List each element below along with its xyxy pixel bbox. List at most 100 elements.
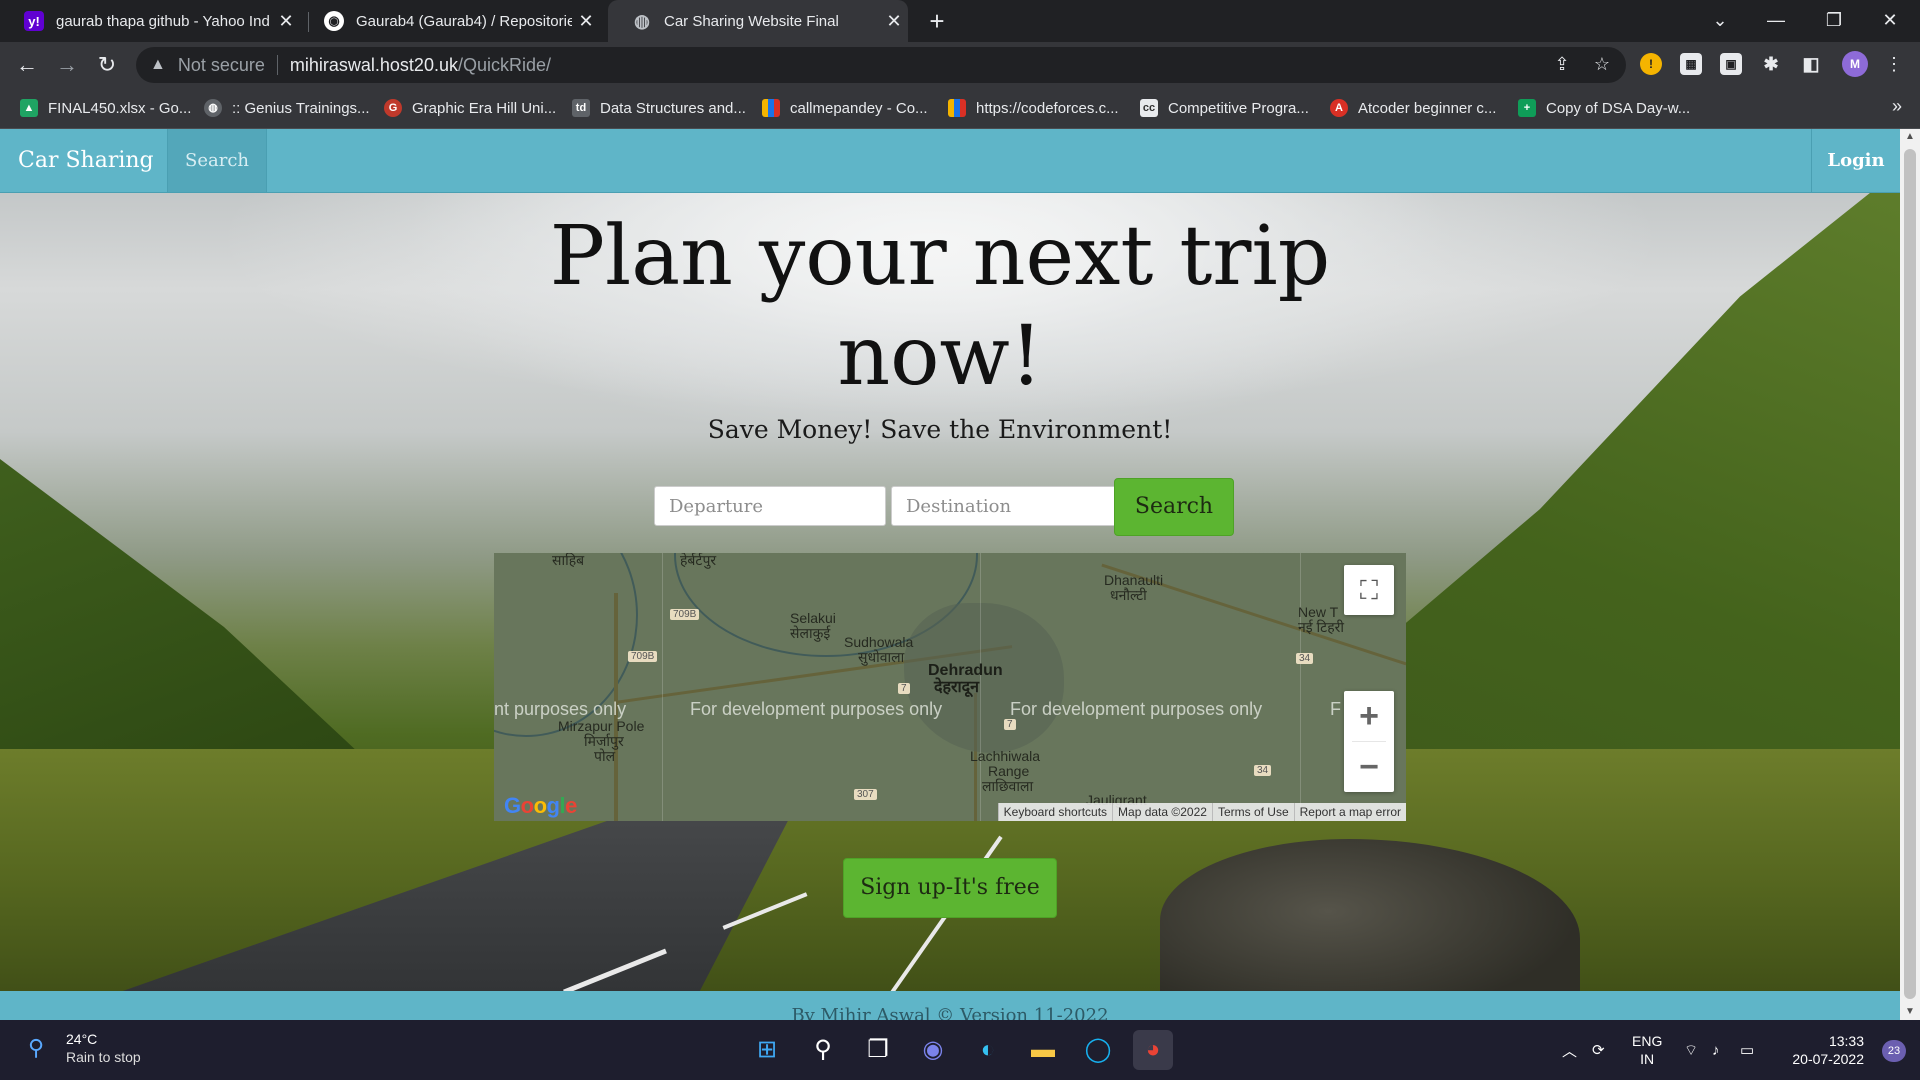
wifi-icon[interactable]: ⌔	[1684, 1020, 1698, 1080]
bookmark-item[interactable]: ◍:: Genius Trainings...	[204, 96, 370, 120]
map-dev-watermark: nt purposes only	[494, 699, 627, 719]
map-label: Lachhiwala	[970, 748, 1041, 764]
browser-tab-yahoo[interactable]: y! gaurab thapa github - Yahoo Ind ✕	[0, 0, 300, 42]
scrollbar-thumb[interactable]	[1904, 149, 1916, 999]
bookmark-item[interactable]: G Graphic Era Hill Uni...	[384, 96, 556, 120]
atcoder-icon: A	[1330, 99, 1348, 117]
weather-widget[interactable]: ⚲ 24°C Rain to stop	[28, 1030, 141, 1066]
zoom-out-button[interactable]: −	[1344, 742, 1394, 792]
zoom-in-button[interactable]: +	[1344, 691, 1394, 741]
map-label: New T	[1298, 604, 1339, 620]
edge-icon[interactable]: ◐	[968, 1030, 1008, 1070]
browser-menu-icon[interactable]: ⋮	[1878, 48, 1910, 80]
tab-title: Car Sharing Website Final	[664, 12, 839, 30]
cortana-icon[interactable]: ◯	[1078, 1030, 1118, 1070]
map-road-shield: 709B	[628, 651, 658, 662]
close-window-icon[interactable]: ✕	[1862, 0, 1918, 42]
report-map-error-link[interactable]: Report a map error	[1293, 803, 1406, 821]
nav-login-link[interactable]: Login	[1811, 129, 1900, 192]
extension-grid-icon[interactable]: ▦	[1680, 53, 1702, 75]
security-label[interactable]: Not secure	[178, 55, 265, 76]
map-tile-edge	[662, 553, 663, 821]
sync-icon[interactable]: ⟳	[1592, 1020, 1605, 1080]
map-label: Range	[988, 763, 1030, 779]
route-map[interactable]: साहिब हेर्बर्टपुर Dhanaulti धनौल्टी Sela…	[494, 553, 1406, 821]
terms-of-use-link[interactable]: Terms of Use	[1211, 803, 1294, 821]
share-icon[interactable]: ⇪	[1546, 48, 1578, 80]
bookmark-star-icon[interactable]: ☆	[1586, 48, 1618, 80]
notification-badge[interactable]: 23	[1882, 1040, 1906, 1062]
chrome-icon[interactable]: ◕	[1133, 1030, 1173, 1070]
site-footer: By Mihir Aswal © Version 11-2022	[0, 991, 1900, 1020]
extension-info-icon[interactable]: !	[1640, 53, 1662, 75]
volume-icon[interactable]: ♪	[1712, 1020, 1720, 1080]
bookmark-item[interactable]: cc Competitive Progra...	[1140, 96, 1309, 120]
fullscreen-icon[interactable]: ⛶	[1344, 565, 1394, 615]
map-zoom-control: + −	[1344, 691, 1394, 792]
tab-title: Gaurab4 (Gaurab4) / Repositories	[356, 12, 572, 30]
brand-link[interactable]: Car Sharing	[18, 129, 154, 192]
bookmark-item[interactable]: td Data Structures and...	[572, 96, 746, 120]
teams-chat-icon[interactable]: ◉	[913, 1030, 953, 1070]
destination-input[interactable]	[891, 486, 1123, 526]
tab-title: gaurab thapa github - Yahoo Ind	[56, 12, 270, 30]
back-icon[interactable]: ←	[10, 48, 44, 82]
scroll-down-icon[interactable]: ▼	[1900, 1004, 1920, 1020]
clock-date: 20-07-2022	[1792, 1051, 1864, 1067]
departure-input[interactable]	[654, 486, 886, 526]
windows-start-icon[interactable]: ⊞	[747, 1030, 787, 1070]
warning-icon[interactable]: ▲	[150, 56, 166, 74]
nav-search-link[interactable]: Search	[167, 129, 267, 192]
bookmarks-bar: ▲ FINAL450.xlsx - Go... ◍:: Genius Traini…	[0, 88, 1920, 129]
restore-icon[interactable]: ❐	[1806, 0, 1862, 42]
bookmark-item[interactable]: https://codeforces.c...	[948, 96, 1119, 120]
forward-icon[interactable]: →	[50, 48, 84, 82]
map-road-shield: 7	[1004, 719, 1016, 730]
reload-icon[interactable]: ↻	[90, 48, 124, 82]
search-button[interactable]: Search	[1114, 478, 1234, 536]
map-dev-watermark: For development purposes only	[690, 699, 943, 719]
sheets-icon: +	[1518, 99, 1536, 117]
map-label: Dhanaulti	[1104, 572, 1164, 588]
close-tab-icon[interactable]: ✕	[272, 11, 300, 32]
map-road-shield: 34	[1296, 653, 1314, 664]
page-scrollbar[interactable]: ▲ ▼	[1900, 129, 1920, 1020]
new-tab-button[interactable]: +	[920, 4, 954, 38]
browser-tab-car-sharing[interactable]: ◍ Car Sharing Website Final ✕	[608, 0, 908, 42]
side-panel-icon[interactable]: ◧	[1800, 53, 1822, 75]
signup-button[interactable]: Sign up-It's free	[843, 858, 1057, 918]
bookmark-label: Graphic Era Hill Uni...	[412, 99, 557, 117]
task-view-icon[interactable]: ❐	[858, 1030, 898, 1070]
browser-tab-github[interactable]: ◉ Gaurab4 (Gaurab4) / Repositories ✕	[300, 0, 600, 42]
map-dev-watermark: For development purposes only	[1010, 699, 1263, 719]
tab-search-icon[interactable]: ⌄	[1692, 0, 1748, 42]
google-logo[interactable]: Google	[504, 793, 577, 819]
browser-toolbar: ← → ↻ ▲ Not secure mihiraswal.host20.uk /…	[0, 42, 1920, 88]
github-icon: ◉	[324, 11, 344, 31]
minimize-icon[interactable]: —	[1748, 0, 1804, 42]
close-tab-icon[interactable]: ✕	[572, 11, 600, 32]
bookmark-label: Competitive Progra...	[1168, 99, 1309, 117]
search-icon[interactable]: ⚲	[803, 1030, 843, 1070]
globe-icon: ◍	[204, 99, 222, 117]
extensions-puzzle-icon[interactable]: ✱	[1760, 53, 1782, 75]
profile-avatar[interactable]: M	[1842, 51, 1868, 77]
scroll-up-icon[interactable]: ▲	[1900, 129, 1920, 145]
language-indicator[interactable]: ENG IN	[1632, 1020, 1662, 1080]
system-clock[interactable]: 13:33 20-07-2022	[1792, 1032, 1864, 1068]
close-tab-icon[interactable]: ✕	[880, 11, 908, 32]
show-hidden-icons[interactable]: ︿	[1562, 1020, 1577, 1080]
extension-media-icon[interactable]: ▣	[1720, 53, 1742, 75]
globe-icon: ◍	[634, 10, 650, 31]
bookmark-item[interactable]: A Atcoder beginner c...	[1330, 96, 1496, 120]
temperature: 24°C	[66, 1031, 98, 1047]
bookmark-item[interactable]: ▲ FINAL450.xlsx - Go...	[20, 96, 191, 120]
bookmark-item[interactable]: + Copy of DSA Day-w...	[1518, 96, 1690, 120]
battery-icon[interactable]: ▭	[1740, 1020, 1754, 1080]
bookmark-item[interactable]: callmepandey - Co...	[762, 96, 928, 120]
file-explorer-icon[interactable]: ▬	[1023, 1030, 1063, 1070]
more-bookmarks-icon[interactable]: »	[1892, 96, 1902, 117]
keyboard-shortcuts-link[interactable]: Keyboard shortcuts	[997, 803, 1112, 821]
map-road-shield: 709B	[670, 609, 700, 620]
address-bar[interactable]: ▲ Not secure mihiraswal.host20.uk/QuickR…	[136, 47, 1626, 83]
